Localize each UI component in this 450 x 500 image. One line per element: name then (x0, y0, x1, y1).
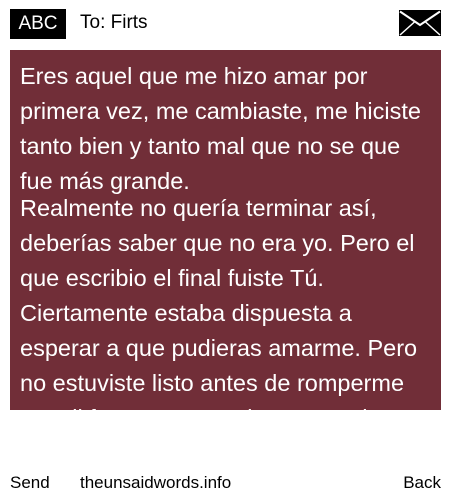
site-link[interactable]: theunsaidwords.info (80, 468, 231, 498)
header-bar: ABC To: Firts (0, 0, 450, 45)
message-box[interactable]: Eres aquel que me hizo amar por primera … (10, 50, 441, 410)
recipient-label: To: Firts (80, 12, 148, 33)
send-button[interactable]: Send (10, 468, 50, 498)
abc-badge[interactable]: ABC (10, 9, 66, 39)
message-paragraph: Realmente no quería terminar así, deberí… (20, 195, 418, 410)
envelope-icon[interactable] (399, 10, 441, 36)
message-paragraph: Eres aquel que me hizo amar por primera … (20, 63, 421, 194)
footer-bar: Send theunsaidwords.info Back (0, 468, 450, 500)
back-button[interactable]: Back (403, 468, 441, 498)
